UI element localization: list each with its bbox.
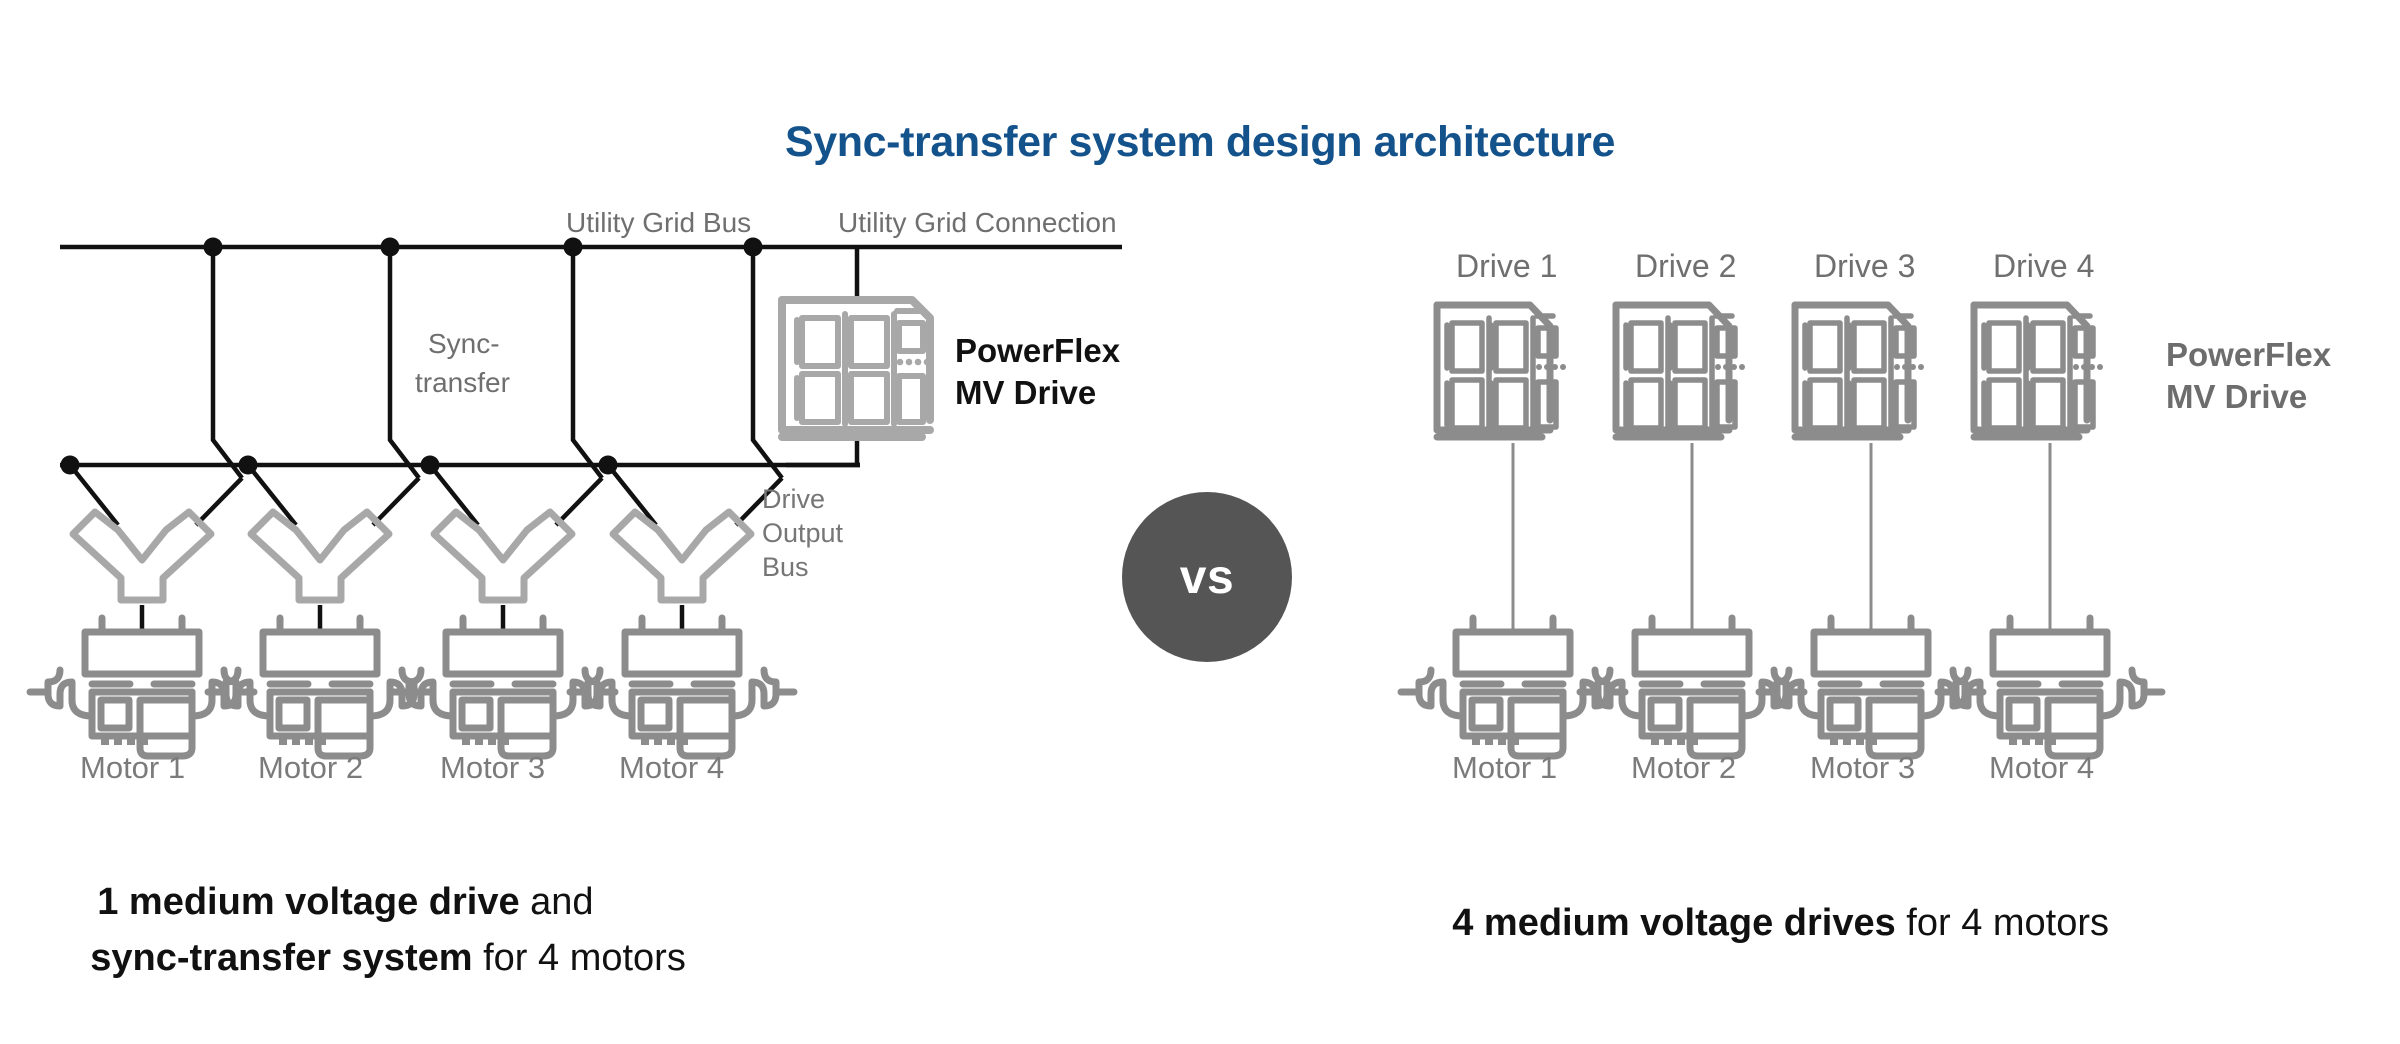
diagram-canvas: Sync-transfer system design architecture	[0, 0, 2400, 1044]
motor-label-r4: Motor 4	[1989, 750, 2095, 785]
drive-label-2: Drive 2	[1635, 248, 1737, 284]
motor-label-4: Motor 4	[619, 750, 725, 785]
motor-icon-r4	[1934, 614, 2166, 760]
powerflex-label-right-line1: PowerFlex	[2166, 336, 2332, 373]
motor-icon-2	[204, 614, 436, 760]
vs-badge-label: vs	[1179, 550, 1235, 604]
drive-icon-2	[1612, 301, 1745, 441]
motor-icons-left	[26, 614, 798, 760]
motor-label-r2: Motor 2	[1631, 750, 1737, 785]
drive-output-bus-label-line1: Drive	[762, 484, 826, 514]
merge-arrow-icon-1	[69, 508, 215, 604]
powerflex-label-left-line1: PowerFlex	[955, 332, 1121, 369]
motor-feed-group-4	[606, 463, 784, 632]
right-caption-strong: 4 medium voltage drives	[1452, 902, 1896, 945]
sync-transfer-feeders	[210, 247, 784, 480]
motor-icon-1	[26, 614, 258, 760]
left-caption-line2-strong: sync-transfer system	[90, 937, 473, 980]
drive-label-3: Drive 3	[1814, 248, 1916, 284]
right-caption-rest: for 4 motors	[1895, 902, 2110, 945]
motor-feed-group-1	[68, 463, 244, 632]
left-caption-line2-rest: for 4 motors	[472, 937, 686, 980]
motor-label-2: Motor 2	[258, 750, 364, 785]
left-caption-line2: sync-transfer system for 4 motors	[48, 880, 686, 1037]
drive-icon-1	[1433, 301, 1566, 441]
powerflex-label-right-line2: MV Drive	[2166, 378, 2308, 415]
motor-label-r3: Motor 3	[1810, 750, 1916, 785]
powerflex-label-left-line2: MV Drive	[955, 374, 1097, 411]
powerflex-mv-drive-icons-right	[1433, 301, 2103, 441]
sync-transfer-label-line1: Sync-	[428, 328, 500, 359]
drive-icon-4	[1970, 301, 2103, 441]
motor-icon-r3	[1755, 614, 1987, 760]
utility-grid-connection-label: Utility Grid Connection	[838, 207, 1117, 238]
motor-icon-r1	[1397, 614, 1629, 760]
motor-feed-group-2	[246, 463, 421, 632]
drive-label-1: Drive 1	[1456, 248, 1558, 284]
motor-label-1: Motor 1	[80, 750, 186, 785]
drive-output-bus-label-line2: Output	[762, 518, 844, 548]
motor-label-3: Motor 3	[440, 750, 546, 785]
drive-icon-3	[1791, 301, 1924, 441]
drive-output-bus-label-line3: Bus	[762, 552, 809, 582]
right-caption: 4 medium voltage drives for 4 motors	[1410, 845, 2109, 1002]
powerflex-mv-drive-icon-left	[778, 296, 934, 441]
merge-arrow-icon-4	[609, 508, 755, 604]
motor-icon-r2	[1576, 614, 1808, 760]
motor-icon-3	[387, 614, 619, 760]
merge-arrow-icon-2	[247, 508, 393, 604]
motor-label-r1: Motor 1	[1452, 750, 1558, 785]
drive-label-4: Drive 4	[1993, 248, 2095, 284]
sync-transfer-label-line2: transfer	[415, 367, 510, 398]
motor-icons-right	[1397, 614, 2166, 760]
vs-badge: vs	[1122, 492, 1292, 662]
merge-arrow-icon-3	[430, 508, 576, 604]
drive-indicator-dots-left	[896, 358, 931, 366]
utility-grid-bus-label: Utility Grid Bus	[566, 207, 752, 238]
motor-feed-group-3	[428, 463, 604, 632]
right-drive-motor-connectors	[1511, 443, 2052, 632]
motor-icon-4	[566, 614, 798, 760]
